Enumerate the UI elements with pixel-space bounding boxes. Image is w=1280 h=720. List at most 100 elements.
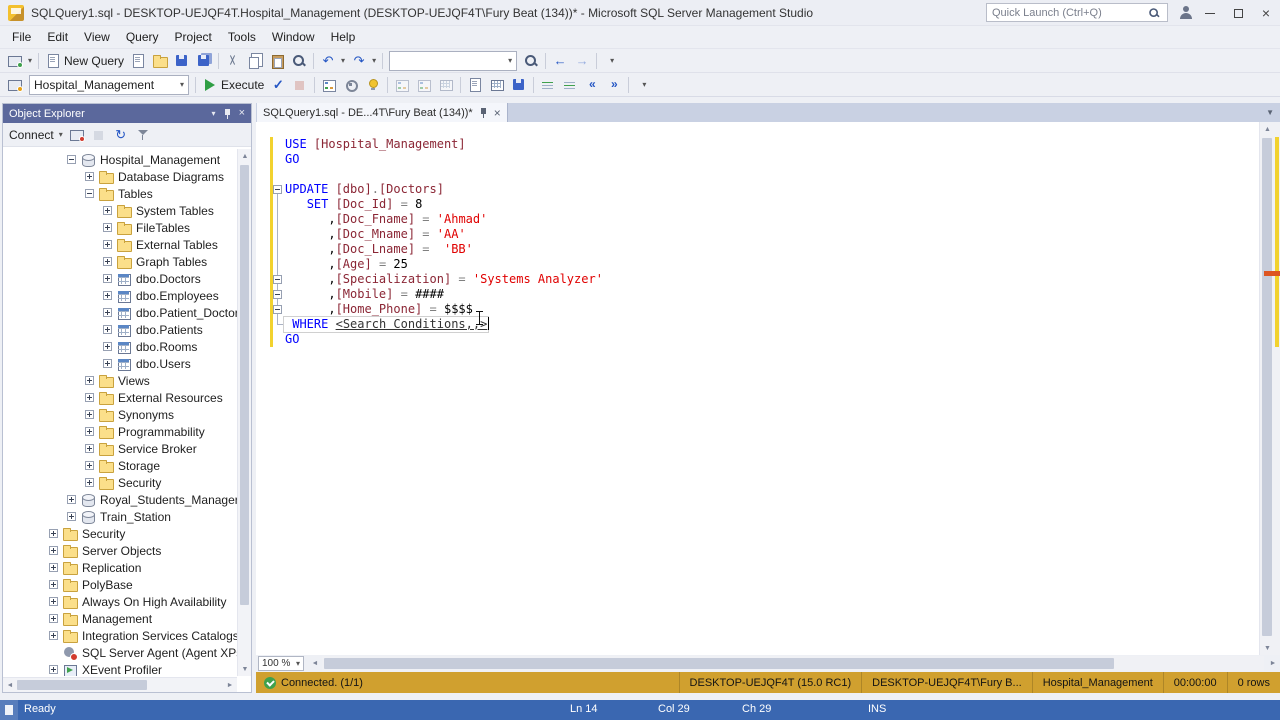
object-explorer-horizontal-scrollbar[interactable]: ◄ ►	[3, 677, 237, 692]
editor-horizontal-scrollbar[interactable]	[322, 656, 1264, 671]
tree-item-sql-server-agent-agent-xps-dis[interactable]: SQL Server Agent (Agent XPs dis...	[3, 644, 237, 661]
scroll-left-icon[interactable]: ◄	[308, 657, 322, 671]
collapse-minus-icon[interactable]	[273, 185, 282, 194]
execute-button[interactable]: Execute	[199, 74, 267, 96]
tree-item-security[interactable]: Security	[3, 525, 237, 542]
tree-item-management[interactable]: Management	[3, 610, 237, 627]
results-to-file-button[interactable]	[508, 74, 530, 96]
tree-item-dbo-patient-doctor[interactable]: dbo.Patient_Doctor	[3, 304, 237, 321]
tree-item-filetables[interactable]: FileTables	[3, 219, 237, 236]
tree-item-views[interactable]: Views	[3, 372, 237, 389]
open-file-button[interactable]	[149, 50, 171, 72]
scroll-left-icon[interactable]: ◄	[3, 678, 17, 692]
scroll-up-icon[interactable]: ▲	[1260, 122, 1275, 136]
new-query-button[interactable]: New Query	[42, 50, 127, 72]
tree-item-dbo-employees[interactable]: dbo.Employees	[3, 287, 237, 304]
change-connection-button[interactable]	[4, 74, 26, 96]
expander-plus-icon[interactable]	[85, 444, 94, 453]
tree-item-synonyms[interactable]: Synonyms	[3, 406, 237, 423]
new-database-engine-query-button[interactable]	[127, 50, 149, 72]
menu-edit[interactable]: Edit	[39, 27, 76, 47]
tab-pin-icon[interactable]	[479, 107, 488, 119]
tree-item-royal-students-manager[interactable]: Royal_Students_Manager	[3, 491, 237, 508]
paste-button[interactable]	[266, 50, 288, 72]
quick-find-combo[interactable]: ▾	[389, 50, 518, 71]
filter-button[interactable]	[132, 124, 154, 146]
expander-plus-icon[interactable]	[67, 495, 76, 504]
expander-plus-icon[interactable]	[85, 376, 94, 385]
menu-query[interactable]: Query	[118, 27, 167, 47]
scroll-down-icon[interactable]: ▼	[1260, 641, 1275, 655]
expander-plus-icon[interactable]	[103, 325, 112, 334]
expander-minus-icon[interactable]	[85, 189, 94, 198]
tree-item-dbo-rooms[interactable]: dbo.Rooms	[3, 338, 237, 355]
pin-icon[interactable]	[223, 108, 232, 120]
scrollbar-thumb[interactable]	[17, 679, 147, 690]
menu-view[interactable]: View	[76, 27, 118, 47]
menu-window[interactable]: Window	[264, 27, 323, 47]
cut-button[interactable]	[222, 50, 244, 72]
expander-plus-icon[interactable]	[49, 546, 58, 555]
tree-item-dbo-users[interactable]: dbo.Users	[3, 355, 237, 372]
tree-item-dbo-patients[interactable]: dbo.Patients	[3, 321, 237, 338]
tree-item-server-objects[interactable]: Server Objects	[3, 542, 237, 559]
object-explorer-header[interactable]: Object Explorer ▾ ×	[3, 104, 251, 123]
tree-item-storage[interactable]: Storage	[3, 457, 237, 474]
comment-lines-button[interactable]	[537, 74, 559, 96]
expander-plus-icon[interactable]	[103, 206, 112, 215]
include-actual-plan-button[interactable]	[391, 74, 413, 96]
expander-plus-icon[interactable]	[103, 308, 112, 317]
collapse-minus-icon[interactable]	[273, 275, 282, 284]
maximize-button[interactable]	[1224, 0, 1252, 26]
save-all-button[interactable]	[193, 50, 215, 72]
feedback-icon[interactable]	[1178, 5, 1194, 21]
tree-item-always-on-high-availability[interactable]: Always On High Availability	[3, 593, 237, 610]
toolbar-options-button[interactable]: ▾	[600, 50, 622, 72]
collapse-minus-icon[interactable]	[273, 290, 282, 299]
tree-item-database-diagrams[interactable]: Database Diagrams	[3, 168, 237, 185]
scrollbar-thumb[interactable]	[240, 165, 249, 605]
tree-item-system-tables[interactable]: System Tables	[3, 202, 237, 219]
tree-item-replication[interactable]: Replication	[3, 559, 237, 576]
expander-plus-icon[interactable]	[85, 461, 94, 470]
zoom-selector[interactable]: 100 % ▾	[258, 656, 304, 671]
expander-plus-icon[interactable]	[49, 631, 58, 640]
object-explorer-vertical-scrollbar[interactable]: ▲ ▼	[237, 149, 251, 676]
scroll-up-icon[interactable]: ▲	[238, 149, 252, 163]
expander-plus-icon[interactable]	[85, 393, 94, 402]
window-position-icon[interactable]: ▾	[212, 108, 216, 119]
tree-item-xevent-profiler[interactable]: XEvent Profiler	[3, 661, 237, 676]
expander-plus-icon[interactable]	[49, 614, 58, 623]
expander-plus-icon[interactable]	[103, 359, 112, 368]
tree-item-security[interactable]: Security	[3, 474, 237, 491]
expander-plus-icon[interactable]	[85, 427, 94, 436]
editor-vertical-scrollbar[interactable]: ▲ ▼	[1259, 122, 1274, 655]
tab-close-icon[interactable]: ×	[494, 107, 501, 119]
expander-plus-icon[interactable]	[103, 240, 112, 249]
expander-plus-icon[interactable]	[49, 529, 58, 538]
connect-object-explorer-button[interactable]: ▾	[4, 50, 35, 72]
expander-plus-icon[interactable]	[49, 597, 58, 606]
navigate-backward-button[interactable]: ←	[549, 50, 571, 72]
results-to-text-button[interactable]	[464, 74, 486, 96]
close-icon[interactable]: ×	[239, 108, 245, 119]
tree-item-graph-tables[interactable]: Graph Tables	[3, 253, 237, 270]
tree-item-train-station[interactable]: Train_Station	[3, 508, 237, 525]
expander-plus-icon[interactable]	[103, 291, 112, 300]
save-button[interactable]	[171, 50, 193, 72]
stop-button[interactable]	[88, 124, 110, 146]
expander-plus-icon[interactable]	[85, 410, 94, 419]
quick-launch-input[interactable]: Quick Launch (Ctrl+Q)	[986, 3, 1168, 22]
tree-item-integration-services-catalogs[interactable]: Integration Services Catalogs	[3, 627, 237, 644]
scroll-right-icon[interactable]: ►	[223, 678, 237, 692]
expander-plus-icon[interactable]	[103, 257, 112, 266]
tree-item-service-broker[interactable]: Service Broker	[3, 440, 237, 457]
expander-minus-icon[interactable]	[67, 155, 76, 164]
navigate-forward-button[interactable]: →	[571, 50, 593, 72]
refresh-button[interactable]: ↻	[110, 124, 132, 146]
uncomment-lines-button[interactable]	[559, 74, 581, 96]
expander-plus-icon[interactable]	[85, 172, 94, 181]
find-in-files-button[interactable]	[520, 50, 542, 72]
collapse-minus-icon[interactable]	[273, 305, 282, 314]
scrollbar-thumb[interactable]	[324, 658, 1114, 669]
